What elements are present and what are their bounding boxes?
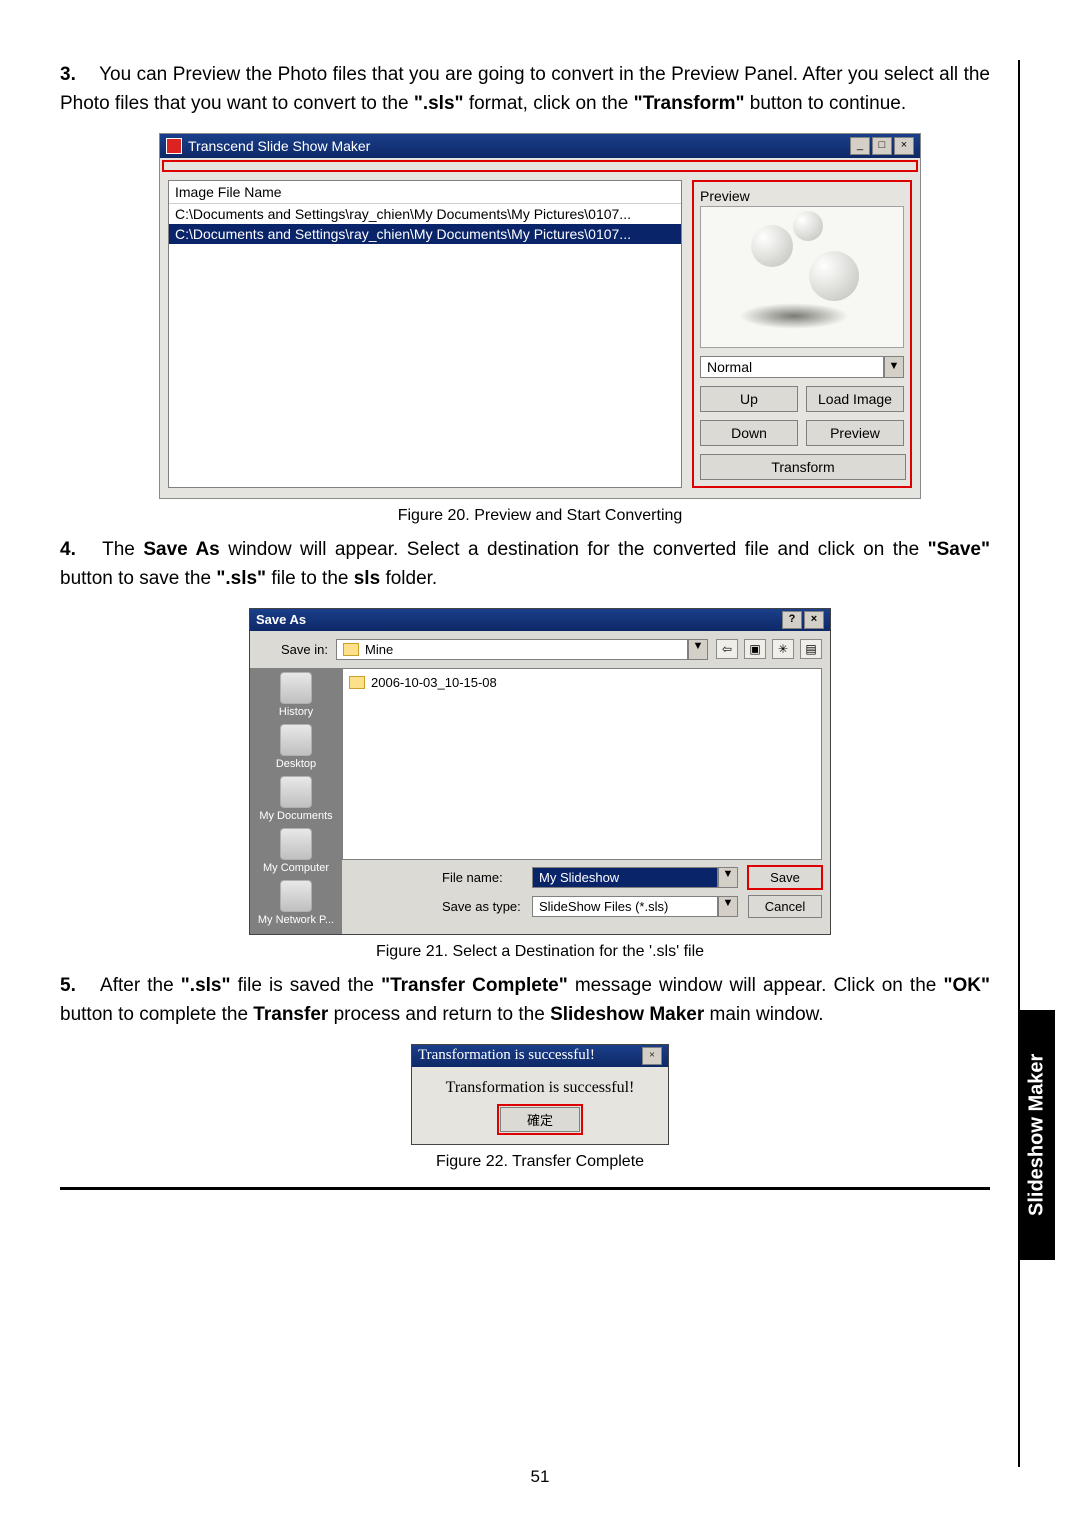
step4-text: The Save As window will appear. Select a… <box>60 539 990 589</box>
up-folder-icon[interactable]: ▣ <box>744 639 766 659</box>
section-rule <box>60 1187 990 1190</box>
list-item[interactable]: C:\Documents and Settings\ray_chien\My D… <box>169 204 681 224</box>
slideshow-maker-window: Transcend Slide Show Maker _ □ × Image F… <box>159 133 921 499</box>
mynetwork-icon <box>280 880 312 912</box>
saveastype-value: SlideShow Files (*.sls) <box>532 896 718 917</box>
chevron-down-icon[interactable]: ▼ <box>688 639 708 660</box>
saveastype-label: Save as type: <box>442 899 522 914</box>
step-3: 3. You can Preview the Photo files that … <box>60 60 1020 119</box>
maximize-button[interactable]: □ <box>872 137 892 155</box>
titlebar[interactable]: Transformation is successful! × <box>412 1045 668 1067</box>
history-icon <box>280 672 312 704</box>
filename-label: File name: <box>442 870 522 885</box>
rotation-value: Normal <box>700 356 884 378</box>
close-button[interactable]: × <box>642 1047 662 1065</box>
mycomputer-icon <box>280 828 312 860</box>
step-5: 5. After the ".sls" file is saved the "T… <box>60 971 1020 1030</box>
file-list[interactable]: 2006-10-03_10-15-08 <box>342 668 822 860</box>
figure-20-caption: Figure 20. Preview and Start Converting <box>60 507 1020 525</box>
new-folder-icon[interactable]: ✳ <box>772 639 794 659</box>
figure-21-caption: Figure 21. Select a Destination for the … <box>60 943 1020 961</box>
save-in-combo[interactable]: Mine ▼ <box>336 639 708 660</box>
step-4: 4. The Save As window will appear. Selec… <box>60 535 1020 594</box>
folder-icon <box>349 676 365 689</box>
preview-panel: Preview Normal ▼ Up Load Image Down Pr <box>692 180 912 488</box>
ok-button[interactable]: 確定 <box>500 1107 580 1132</box>
section-tab: Slideshow Maker <box>1019 1010 1055 1260</box>
views-icon[interactable]: ▤ <box>800 639 822 659</box>
close-button[interactable]: × <box>804 611 824 629</box>
filename-value: My Slideshow <box>532 867 718 888</box>
preview-image <box>700 206 904 348</box>
close-button[interactable]: × <box>894 137 914 155</box>
minimize-button[interactable]: _ <box>850 137 870 155</box>
save-in-label: Save in: <box>258 642 328 657</box>
dialog-toolbar: ⇦ ▣ ✳ ▤ <box>716 639 822 659</box>
titlebar[interactable]: Save As ? × <box>250 609 830 631</box>
cancel-button[interactable]: Cancel <box>748 895 822 918</box>
msgbox-message: Transformation is successful! <box>412 1067 668 1101</box>
chevron-down-icon[interactable]: ▼ <box>718 867 738 888</box>
app-icon <box>166 138 182 154</box>
chevron-down-icon[interactable]: ▼ <box>718 896 738 917</box>
step3-text: You can Preview the Photo files that you… <box>60 64 990 114</box>
figure-22-caption: Figure 22. Transfer Complete <box>60 1153 1020 1171</box>
toolbar-highlight <box>162 160 918 172</box>
load-image-button[interactable]: Load Image <box>806 386 904 412</box>
chevron-down-icon[interactable]: ▼ <box>884 356 904 378</box>
step-number: 5. <box>60 971 94 1000</box>
step-number: 3. <box>60 60 94 89</box>
desktop-icon <box>280 724 312 756</box>
titlebar[interactable]: Transcend Slide Show Maker _ □ × <box>160 134 920 158</box>
desktop-shortcut[interactable]: Desktop <box>276 724 316 770</box>
save-in-value: Mine <box>365 642 393 657</box>
dialog-title: Save As <box>256 612 306 627</box>
mynetwork-shortcut[interactable]: My Network P... <box>258 880 334 926</box>
up-button[interactable]: Up <box>700 386 798 412</box>
step5-text: After the ".sls" file is saved the "Tran… <box>60 975 990 1025</box>
save-button[interactable]: Save <box>748 866 822 889</box>
preview-label: Preview <box>700 188 904 204</box>
help-button[interactable]: ? <box>782 611 802 629</box>
back-icon[interactable]: ⇦ <box>716 639 738 659</box>
save-as-dialog: Save As ? × Save in: Mine ▼ ⇦ ▣ ✳ ▤ <box>249 608 831 935</box>
preview-button[interactable]: Preview <box>806 420 904 446</box>
mydocuments-shortcut[interactable]: My Documents <box>259 776 332 822</box>
rotation-select[interactable]: Normal ▼ <box>700 356 904 378</box>
window-title: Transcend Slide Show Maker <box>188 138 370 154</box>
filename-input[interactable]: My Slideshow ▼ <box>532 867 738 888</box>
list-item[interactable]: 2006-10-03_10-15-08 <box>349 675 815 690</box>
places-bar: History Desktop My Documents My Computer… <box>250 668 342 934</box>
folder-icon <box>343 643 359 656</box>
mydocuments-icon <box>280 776 312 808</box>
message-box: Transformation is successful! × Transfor… <box>411 1044 669 1145</box>
page-number: 51 <box>0 1467 1080 1487</box>
step-number: 4. <box>60 535 94 564</box>
image-list[interactable]: Image File Name C:\Documents and Setting… <box>168 180 682 488</box>
mycomputer-shortcut[interactable]: My Computer <box>263 828 329 874</box>
list-header: Image File Name <box>169 181 681 204</box>
history-shortcut[interactable]: History <box>279 672 313 718</box>
saveastype-select[interactable]: SlideShow Files (*.sls) ▼ <box>532 896 738 917</box>
down-button[interactable]: Down <box>700 420 798 446</box>
list-item-selected[interactable]: C:\Documents and Settings\ray_chien\My D… <box>169 224 681 244</box>
transform-button[interactable]: Transform <box>700 454 906 480</box>
msgbox-title: Transformation is successful! <box>418 1047 595 1064</box>
